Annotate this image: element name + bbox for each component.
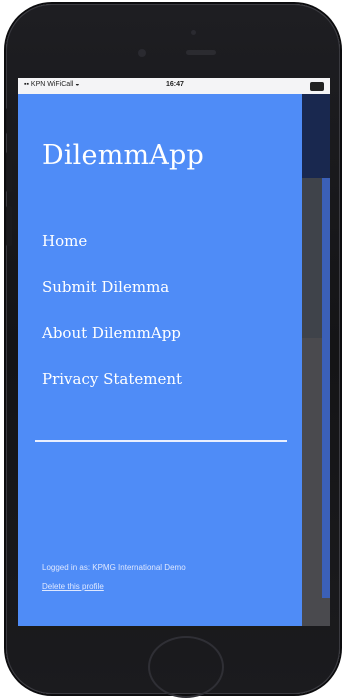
app-title: DilemmApp [42, 140, 204, 171]
nav-item-privacy-statement[interactable]: Privacy Statement [42, 370, 182, 388]
proximity-sensor [191, 30, 196, 35]
mute-switch [6, 108, 12, 134]
carrier-label: ▪▪ KPN WiFiCall ◒ [24, 81, 80, 88]
nav-item-home[interactable]: Home [42, 232, 87, 250]
nav-item-submit-dilemma[interactable]: Submit Dilemma [42, 278, 169, 296]
volume-down-button [6, 206, 12, 246]
logged-in-label: Logged in as: KPMG International Demo [42, 563, 186, 572]
navigation-drawer: DilemmApp Home Submit Dilemma About Dile… [18, 94, 302, 626]
front-camera [138, 49, 146, 57]
clock: 16:47 [166, 81, 184, 88]
home-button[interactable] [148, 636, 224, 698]
delete-profile-link[interactable]: Delete this profile [42, 582, 104, 591]
status-bar: ▪▪ KPN WiFiCall ◒ 16:47 [18, 78, 330, 94]
earpiece-speaker [186, 50, 216, 55]
screen: ▪▪ KPN WiFiCall ◒ 16:47 DilemmApp Home S… [18, 78, 330, 626]
scrollbar-thumb[interactable] [322, 178, 330, 598]
nav-item-about[interactable]: About DilemmApp [42, 324, 181, 342]
battery-icon [310, 82, 324, 91]
volume-up-button [6, 152, 12, 192]
background-content-header [302, 94, 330, 178]
wifi-icon: ◒ [75, 81, 80, 88]
drawer-divider [35, 440, 287, 442]
signal-icon: ▪▪ [24, 81, 29, 88]
